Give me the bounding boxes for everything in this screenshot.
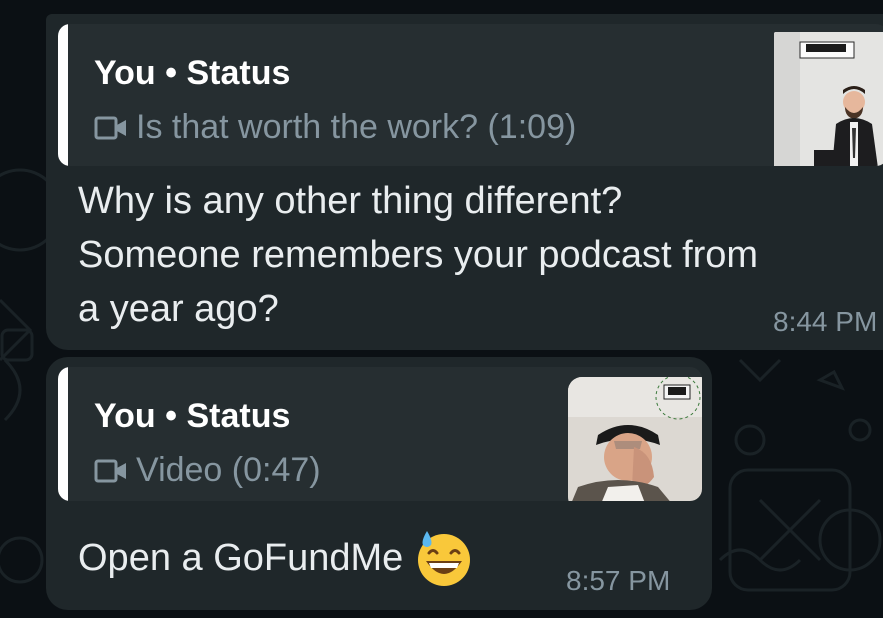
message-timestamp: 8:44 PM: [773, 306, 878, 337]
quote-text: Video (0:47): [136, 451, 321, 489]
message-bubble[interactable]: You • Status Video (0:47) Open a GoFundM…: [46, 357, 712, 610]
video-camera-icon: [94, 459, 126, 482]
quote-text: Is that worth the work? (1:09): [136, 108, 577, 146]
video-thumbnail-image: [568, 377, 702, 501]
quote-author: You • Status: [94, 397, 291, 435]
quote-author: You • Status: [94, 54, 291, 92]
status-thumbnail[interactable]: [568, 377, 702, 501]
quoted-status-reply[interactable]: You • Status Is that worth the work? (1:…: [58, 24, 883, 166]
video-camera-icon: [94, 116, 126, 139]
message-text-content: Open a GoFundMe: [78, 537, 404, 579]
message-bubble[interactable]: You • Status Is that worth the work? (1:…: [46, 14, 883, 350]
quote-caption: Video (0:47): [94, 451, 321, 490]
quote-caption: Is that worth the work? (1:09): [94, 108, 576, 147]
message-text: Open a GoFundMe: [78, 527, 538, 589]
status-thumbnail[interactable]: [774, 32, 883, 166]
video-thumbnail-image: [774, 32, 883, 166]
message-timestamp: 8:57 PM: [566, 565, 671, 596]
grinning-face-with-sweat-emoji: [418, 531, 471, 586]
quote-accent-bar: [58, 367, 68, 501]
quote-accent-bar: [58, 24, 68, 166]
quoted-status-reply[interactable]: You • Status Video (0:47): [58, 367, 702, 501]
message-text: Why is any other thing different? Someon…: [78, 180, 759, 330]
